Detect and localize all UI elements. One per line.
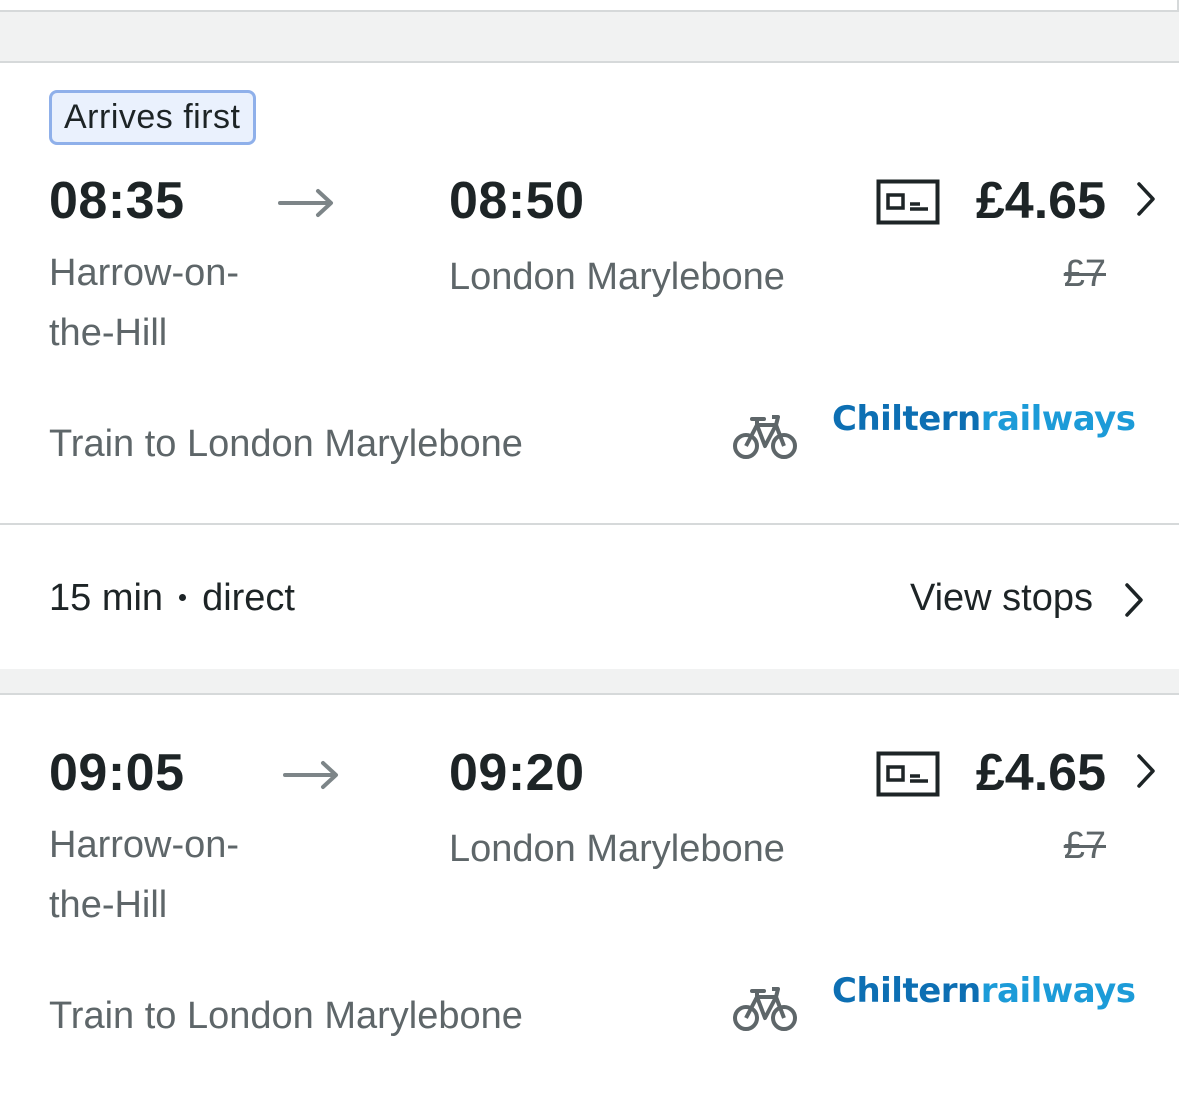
view-stops-link[interactable]: View stops — [910, 577, 1093, 620]
journey-duration: 15 min — [49, 577, 164, 619]
arrival-time: 08:50 — [449, 172, 585, 230]
arrives-first-badge: Arrives first — [49, 90, 256, 145]
departure-station-line1: Harrow-on- — [49, 824, 240, 866]
previous-journey-card-edge — [0, 0, 1179, 12]
arrival-station: London Marylebone — [449, 256, 785, 298]
departure-station-line2: the-Hill — [49, 312, 168, 354]
arrival-time: 09:20 — [449, 744, 585, 802]
bicycle-icon — [733, 415, 797, 459]
chevron-right-icon[interactable] — [1135, 753, 1157, 789]
logo-part-railways: railways — [980, 971, 1136, 1011]
chiltern-railways-logo: Chilternrailways — [832, 971, 1136, 1011]
logo-part-railways: railways — [980, 399, 1136, 439]
journey-summary: 15 min direct — [49, 577, 295, 620]
service-description: Train to London Marylebone — [49, 995, 523, 1037]
departure-time: 08:35 — [49, 172, 185, 230]
departure-station: Harrow-on- the-Hill — [49, 243, 239, 363]
service-description: Train to London Marylebone — [49, 423, 523, 465]
arrow-right-icon — [278, 189, 333, 217]
logo-part-chiltern: Chiltern — [832, 399, 981, 439]
departure-station-line2: the-Hill — [49, 884, 168, 926]
departure-station-line1: Harrow-on- — [49, 252, 240, 294]
original-fare: £7 — [1063, 825, 1106, 867]
fare-price: £4.65 — [975, 172, 1106, 230]
arrival-station: London Marylebone — [449, 828, 785, 870]
journey-changes: direct — [202, 577, 295, 619]
logo-part-chiltern: Chiltern — [832, 971, 981, 1011]
railcard-ticket-icon — [876, 751, 940, 797]
original-fare: £7 — [1063, 253, 1106, 295]
departure-time: 09:05 — [49, 744, 185, 802]
journey-card[interactable]: Arrives first 08:35 08:50 Harrow-on- the… — [0, 61, 1179, 669]
fare-price: £4.65 — [975, 744, 1106, 802]
bicycle-icon — [733, 987, 797, 1031]
journey-card[interactable]: 09:05 09:20 Harrow-on- the-Hill London M… — [0, 693, 1179, 1094]
chiltern-railways-logo: Chilternrailways — [832, 399, 1136, 439]
departure-station: Harrow-on- the-Hill — [49, 815, 239, 935]
separator-dot — [179, 594, 187, 602]
view-stops-chevron-icon[interactable] — [1123, 582, 1145, 618]
chevron-right-icon[interactable] — [1135, 181, 1157, 217]
arrow-right-icon — [283, 761, 338, 789]
card-divider — [0, 523, 1179, 525]
railcard-ticket-icon — [876, 179, 940, 225]
